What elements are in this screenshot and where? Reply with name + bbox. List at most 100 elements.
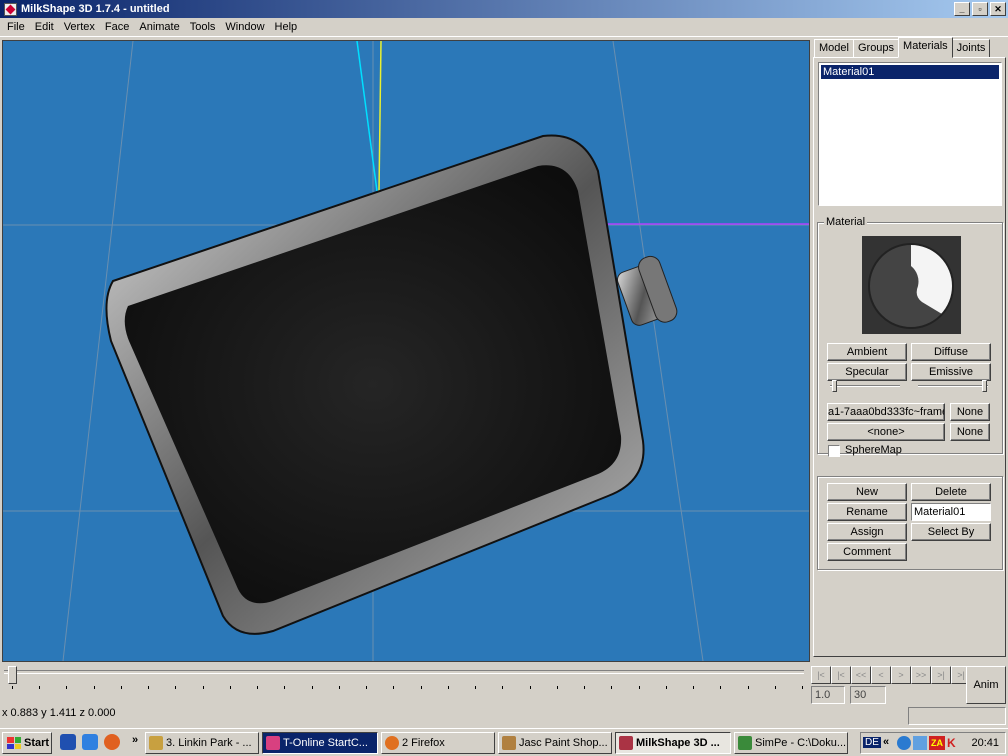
material-preview (862, 236, 961, 334)
delete-material-button[interactable]: Delete (911, 483, 991, 501)
task-label: 2 Firefox (402, 737, 445, 749)
timeline-tick (502, 686, 504, 689)
alpha-none-button[interactable]: None (950, 423, 990, 441)
timeline-tick (420, 686, 422, 689)
materials-tab-body: Material01 Material Ambient Diffuse Spec… (813, 57, 1006, 657)
tab-materials[interactable]: Materials (898, 37, 953, 58)
timeline-tick (148, 686, 150, 689)
timeline-tick (311, 686, 313, 689)
alpha-texture-button[interactable]: <none> (827, 423, 945, 441)
task-label: 3. Linkin Park - ... (166, 737, 252, 749)
rename-material-input[interactable]: Material01 (911, 503, 991, 521)
task-firefox[interactable]: 2 Firefox (381, 732, 495, 754)
quicklaunch-firefox-icon[interactable] (104, 734, 120, 750)
timeline-tick (802, 686, 803, 689)
zonealarm-icon[interactable]: ZA (929, 736, 945, 750)
current-frame-field[interactable]: 1.0 (811, 686, 845, 704)
texture-none-button[interactable]: None (950, 403, 990, 421)
timeline-thumb[interactable] (8, 666, 17, 684)
timeline-ticks (12, 686, 803, 690)
menu-window[interactable]: Window (220, 21, 269, 33)
task-label: Jasc Paint Shop... (519, 737, 608, 749)
tab-joints[interactable]: Joints (951, 39, 991, 58)
ambient-button[interactable]: Ambient (827, 343, 907, 361)
next-frame-button[interactable]: > (891, 666, 911, 684)
timeline-tick (475, 686, 477, 689)
quicklaunch-ie-icon[interactable] (82, 734, 98, 750)
menu-edit[interactable]: Edit (30, 21, 59, 33)
timeline-tick (93, 686, 95, 689)
menu-help[interactable]: Help (270, 21, 303, 33)
window-title: MilkShape 3D 1.7.4 - untitled (21, 3, 170, 15)
first-frame-button[interactable]: |< (811, 666, 831, 684)
close-button[interactable]: ✕ (990, 2, 1006, 16)
new-material-button[interactable]: New (827, 483, 907, 501)
timeline-tick (66, 686, 68, 689)
timeline-tick (175, 686, 177, 689)
timeline-tick (529, 686, 531, 689)
timeline-track[interactable] (4, 670, 804, 674)
prev-frame-button[interactable]: < (871, 666, 891, 684)
shininess-slider-thumb[interactable] (832, 380, 837, 392)
menu-animate[interactable]: Animate (134, 21, 184, 33)
tab-groups[interactable]: Groups (852, 39, 900, 58)
timeline-tick (584, 686, 586, 689)
task-t-online[interactable]: T-Online StartC... (262, 732, 378, 754)
task-paint-shop[interactable]: Jasc Paint Shop... (498, 732, 612, 754)
task-label: SimPe - C:\Doku... (755, 737, 847, 749)
kaspersky-icon[interactable]: K (947, 736, 959, 750)
last-keyframe-button[interactable]: >| (931, 666, 951, 684)
assign-material-button[interactable]: Assign (827, 523, 907, 541)
spheremap-checkbox[interactable] (828, 445, 840, 457)
first-keyframe-button[interactable]: |< (831, 666, 851, 684)
task-simpe[interactable]: SimPe - C:\Doku... (734, 732, 848, 754)
quicklaunch-db-icon[interactable] (60, 734, 76, 750)
start-button[interactable]: Start (2, 732, 52, 754)
3d-viewport[interactable] (2, 40, 810, 662)
timeline-tick (747, 686, 749, 689)
menu-face[interactable]: Face (100, 21, 134, 33)
rename-material-button[interactable]: Rename (827, 503, 907, 521)
y-axis-line (378, 41, 382, 192)
animation-nav-buttons: |< |< << < > >> >| >| (811, 666, 971, 684)
flask-model (105, 134, 678, 635)
transparency-slider-track[interactable] (918, 385, 988, 387)
milkshape-icon (619, 736, 633, 750)
material-list-item[interactable]: Material01 (821, 65, 999, 79)
total-frames-field[interactable]: 30 (850, 686, 886, 704)
timeline-tick (284, 686, 286, 689)
material-list[interactable]: Material01 (818, 62, 1002, 206)
right-panel: Model Groups Materials Joints Material01… (811, 37, 1008, 662)
task-linkin-park[interactable]: 3. Linkin Park - ... (145, 732, 259, 754)
comment-material-button[interactable]: Comment (827, 543, 907, 561)
specular-button[interactable]: Specular (827, 363, 907, 381)
menu-tools[interactable]: Tools (185, 21, 221, 33)
transparency-slider-thumb[interactable] (982, 380, 987, 392)
cursor-coordinates: x 0.883 y 1.411 z 0.000 (2, 707, 116, 719)
timeline-tick (338, 686, 340, 689)
diffuse-button[interactable]: Diffuse (911, 343, 991, 361)
emissive-button[interactable]: Emissive (911, 363, 991, 381)
tray-expand-icon[interactable]: « (883, 736, 889, 748)
select-by-material-button[interactable]: Select By (911, 523, 991, 541)
restore-button[interactable]: ▫ (972, 2, 988, 16)
animation-timeline: |< |< << < > >> >| >| 1.0 30 Anim (0, 662, 1008, 706)
quicklaunch-chevron-icon[interactable]: » (132, 734, 138, 746)
shininess-slider-track[interactable] (830, 385, 900, 387)
task-milkshape[interactable]: MilkShape 3D ... (615, 732, 731, 754)
windows-taskbar: Start » 3. Linkin Park - ... T-Online St… (0, 728, 1008, 756)
system-tray: DE « ZA K 20:41 (860, 732, 1006, 754)
fast-forward-button[interactable]: >> (911, 666, 931, 684)
rewind-button[interactable]: << (851, 666, 871, 684)
firefox-icon (385, 736, 399, 750)
tab-model[interactable]: Model (814, 39, 854, 58)
status-pane (908, 707, 1006, 725)
minimize-button[interactable]: _ (954, 2, 970, 16)
language-indicator[interactable]: DE (863, 737, 881, 748)
menu-vertex[interactable]: Vertex (59, 21, 100, 33)
menu-file[interactable]: File (2, 21, 30, 33)
network-icon[interactable] (897, 736, 911, 750)
texture-button[interactable]: a1-7aaa0bd333fc~frame (827, 403, 945, 421)
tray-app-icon[interactable] (913, 736, 927, 750)
anim-button[interactable]: Anim (966, 666, 1006, 704)
